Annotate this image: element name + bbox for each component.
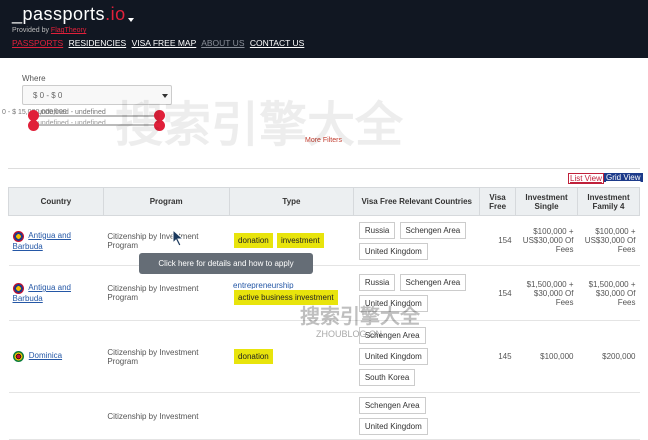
logo-io: .io [105,4,126,24]
visa-tag: Schengen Area [399,274,467,291]
site-logo[interactable]: _passports.io [12,4,134,25]
main-nav: PASSPORTS RESIDENCIES VISA FREE MAP ABOU… [12,38,307,48]
cell-investment-family: $200,000 [577,320,640,393]
logo-text: _passports [12,4,106,24]
type-text: entrepreneurship [233,280,294,289]
cell-country: Antigua and Barbuda [8,215,104,266]
nav-visa-free-map[interactable]: VISA FREE MAP [132,38,197,48]
visa-tag: South Korea [358,369,416,386]
table-header-row: Country Program Type Visa Free Relevant … [8,187,640,216]
cell-investment-single: $1,500,000 + $30,000 Of Fees [515,265,578,321]
visa-tag: Russia [358,274,396,291]
table-row[interactable]: Antigua and Barbuda Citizenship by Inves… [8,215,640,266]
type-tag: donation [234,349,273,364]
watermark-text-overlay: 搜索引擎大全 [300,306,420,328]
col-investment-family[interactable]: Investment Family 4 [577,187,640,216]
visa-tag: Russia [358,221,396,239]
col-type[interactable]: Type [228,187,355,216]
cell-investment-single: $100,000 + US$30,000 Of Fees [515,215,578,266]
table-row[interactable]: Citizenship by Investment Schengen Area … [8,392,640,440]
col-visa-free[interactable]: Visa Free [479,187,517,216]
cell-visa-free: 145 [479,320,516,393]
country-link[interactable]: Dominica [29,351,62,360]
mouse-cursor-icon [172,229,185,247]
nav-about-us[interactable]: ABOUT US [201,38,244,48]
cell-visa-free [479,392,516,440]
visa-tag: United Kingdom [358,348,428,365]
cell-program[interactable]: Citizenship by Investment Program [103,320,230,393]
flagtheory-link[interactable]: FlagTheory [51,27,86,34]
visa-tag: Schengen Area [358,397,426,414]
visa-tag: United Kingdom [358,242,428,260]
cell-country: Dominica [8,320,104,393]
nav-contact-us[interactable]: CONTACT US [250,38,304,48]
cell-visa-countries: Russia Schengen Area United Kingdom [353,215,480,266]
where-label: Where [22,74,46,83]
flag-icon [12,351,24,362]
cell-visa-free: 154 [479,215,516,266]
list-view-button[interactable]: List View [568,173,604,184]
cell-investment-family: $1,500,000 + $30,000 Of Fees [577,265,640,321]
type-tag: donation [234,233,273,248]
flag-icon [12,230,24,242]
cell-visa-countries: Schengen Area United Kingdom [353,392,480,440]
cell-type [229,392,354,440]
where-select-value: $ 0 - $ 0 [33,91,63,100]
col-visa-countries[interactable]: Visa Free Relevant Countries [353,187,481,216]
cell-investment-family: $100,000 + US$30,000 Of Fees [577,215,640,266]
watermark-text: 搜索引擎大全 [115,99,404,152]
divider [8,168,640,169]
logo-dropdown-caret-icon[interactable] [128,18,134,22]
cell-investment-single: $100,000 [515,320,578,393]
cell-country: Antigua and Barbuda [8,265,104,321]
cell-country [8,392,104,440]
type-tag: investment [276,233,324,248]
col-country[interactable]: Country [8,187,104,216]
top-header: _passports.io Provided by FlagTheory PAS… [0,0,648,58]
flag-icon [12,283,24,294]
visa-tag: United Kingdom [358,418,428,435]
nav-residencies[interactable]: RESIDENCIES [69,38,127,48]
cell-investment-single [515,392,578,440]
cell-investment-family [577,392,640,440]
col-program[interactable]: Program [102,187,230,216]
watermark-url: ZHOUBLOG.CN [316,329,383,339]
cell-visa-free: 154 [479,265,516,321]
provided-prefix: Provided by [12,27,49,34]
cell-program[interactable]: Citizenship by Investment [103,392,230,440]
col-investment-single[interactable]: Investment Single [515,187,578,216]
slider-knob-min-2[interactable] [28,120,39,131]
grid-view-button[interactable]: Grid View [604,173,643,182]
nav-passports[interactable]: PASSPORTS [12,38,63,48]
details-tooltip: Click here for details and how to apply [139,253,313,274]
visa-tag: Schengen Area [399,221,467,239]
provided-by: Provided by FlagTheory [12,27,86,34]
